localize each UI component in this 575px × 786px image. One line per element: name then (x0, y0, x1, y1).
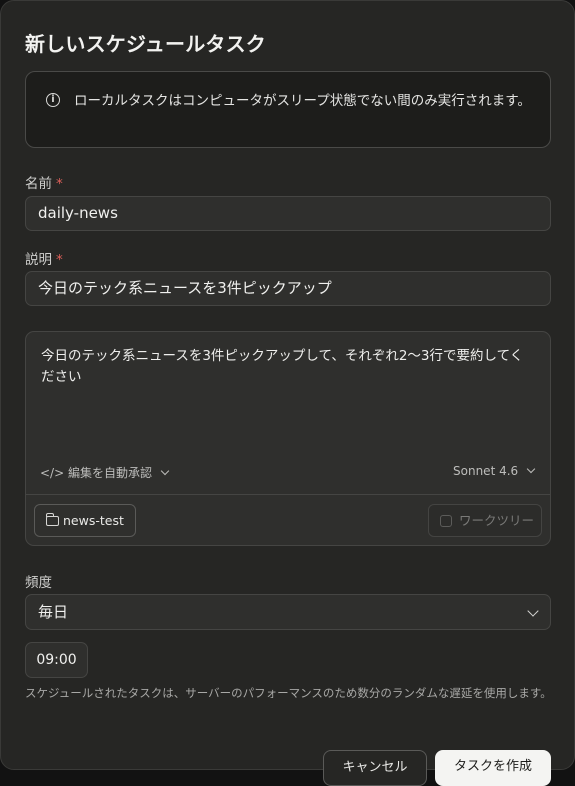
folder-icon (46, 513, 59, 526)
chevron-down-icon (160, 466, 170, 476)
code-icon: </> (40, 466, 65, 480)
divider (26, 494, 550, 495)
chevron-down-icon (526, 464, 536, 474)
chevron-down-icon (527, 605, 539, 617)
folder-label: news-test (63, 513, 124, 528)
frequency-label: 頻度 (25, 575, 52, 591)
create-task-button[interactable]: タスクを作成 (435, 750, 551, 786)
model-selector[interactable]: Sonnet 4.6 (453, 464, 536, 478)
description-label: 説明 * (25, 252, 63, 268)
frequency-select[interactable]: 毎日 (25, 594, 551, 630)
prompt-textarea[interactable]: 今日のテック系ニュースを3件ピックアップして、それぞれ2〜3行で要約してください (41, 346, 536, 388)
required-marker: * (56, 252, 63, 268)
description-input[interactable]: 今日のテック系ニュースを3件ピックアップ (25, 271, 551, 306)
dialog-title: 新しいスケジュールタスク (25, 32, 266, 56)
name-label: 名前 * (25, 176, 63, 192)
folder-button[interactable]: news-test (34, 504, 136, 537)
schedule-task-dialog: 新しいスケジュールタスク i ローカルタスクはコンピュータがスリープ状態でない間… (0, 0, 575, 786)
required-marker: * (56, 176, 63, 192)
model-label: Sonnet 4.6 (453, 464, 519, 478)
info-banner: i ローカルタスクはコンピュータがスリープ状態でない間のみ実行されます。 (25, 71, 551, 148)
time-input[interactable]: 09:00 (25, 642, 88, 678)
frequency-value: 毎日 (38, 603, 69, 621)
prompt-editor[interactable]: 今日のテック系ニュースを3件ピックアップして、それぞれ2〜3行で要約してください… (25, 331, 551, 546)
worktree-button[interactable]: ワークツリー (428, 504, 542, 537)
worktree-checkbox[interactable] (440, 515, 452, 527)
auto-approve-toggle[interactable]: </> 編集を自動承認 (40, 464, 170, 481)
name-input[interactable]: daily-news (25, 196, 551, 231)
info-icon: i (46, 93, 60, 107)
info-text: ローカルタスクはコンピュータがスリープ状態でない間のみ実行されます。 (74, 93, 531, 109)
cancel-button[interactable]: キャンセル (323, 750, 427, 786)
delay-note: スケジュールされたタスクは、サーバーのパフォーマンスのため数分のランダムな遅延を… (25, 686, 552, 700)
worktree-label: ワークツリー (459, 513, 535, 528)
auto-approve-label: 編集を自動承認 (67, 466, 152, 480)
